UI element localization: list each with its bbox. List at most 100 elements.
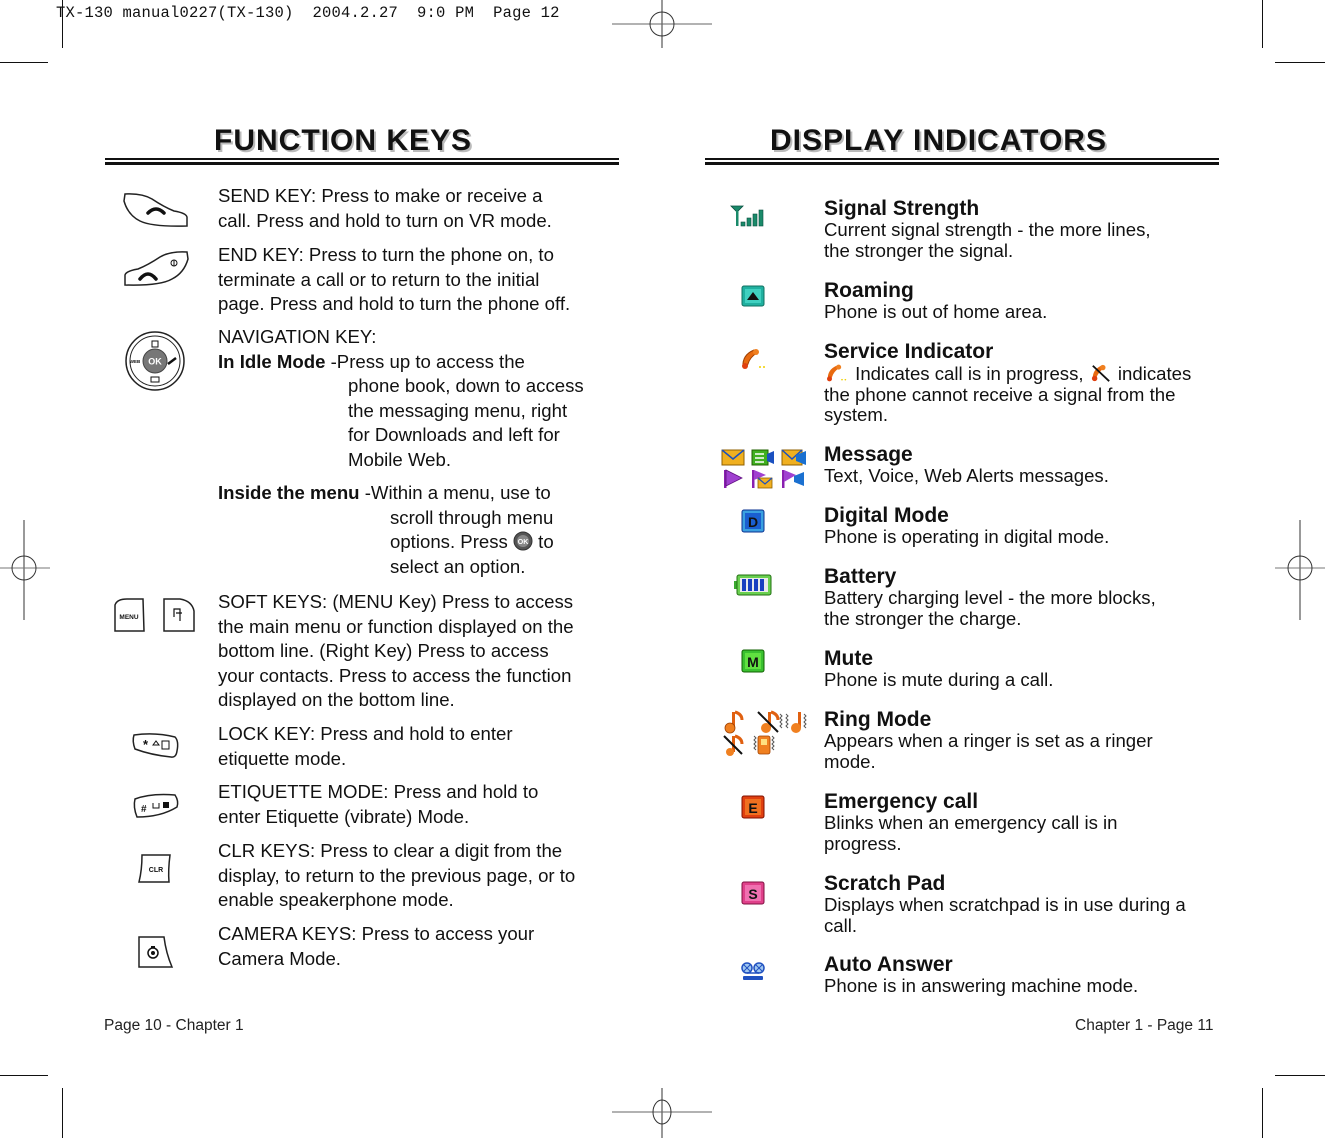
title-rule [705, 158, 1219, 165]
text-line-part: to [538, 531, 554, 552]
etiquette-key-icon: # [133, 793, 179, 818]
indicator-description: the stronger the signal. [824, 239, 1014, 261]
ring-mode-icons [723, 710, 807, 756]
indicator-service: Service Indicator Indicates call is in p… [824, 341, 1224, 426]
indicator-description: progress. [824, 832, 902, 854]
text-line: CAMERA KEYS: Press to access your [218, 923, 535, 944]
text-line: phone book, down to access [348, 375, 584, 396]
vibrate-icon [753, 735, 775, 755]
indicator-title: Ring Mode [824, 708, 932, 731]
text-line: displayed on the bottom line. [218, 689, 455, 710]
clr-keys-description: CLR KEYS: Press to clear a digit from th… [218, 839, 618, 913]
indicator-mute: Mute Phone is mute during a call. [824, 648, 1224, 691]
text-line: SOFT KEYS: (MENU Key) Press to access [218, 591, 574, 612]
scratch-glyph: S [748, 886, 757, 902]
right-page-footer: Chapter 1 - Page 11 [1075, 1017, 1214, 1034]
end-key-description: END KEY: Press to turn the phone on, to … [218, 243, 618, 317]
ok-label: OK [148, 357, 162, 367]
text-line: ETIQUETTE MODE: Press and hold to [218, 781, 539, 802]
menu-key-label: MENU [119, 614, 138, 621]
digital-mode-icon: D [741, 509, 765, 533]
roaming-icon [741, 285, 765, 307]
text-line: the main menu or function displayed on t… [218, 615, 574, 637]
auto-answer-icon [741, 962, 765, 980]
indicator-description: Phone is in answering machine mode. [824, 975, 1139, 996]
inside-menu-label: Inside the menu [218, 482, 360, 503]
crop-mark [0, 1075, 48, 1076]
crop-mark [1262, 1088, 1263, 1138]
left-page-footer: Page 10 - Chapter 1 [104, 1017, 244, 1034]
lock-key-description: LOCK KEY: Press and hold to enter etique… [218, 722, 618, 771]
indicator-description: Phone is out of home area. [824, 301, 1048, 322]
camera-key-icon [138, 936, 174, 968]
inside-menu-line: Inside the menu -Within a menu, use to [218, 481, 618, 506]
send-key-description: SEND KEY: Press to make or receive a cal… [218, 184, 618, 233]
text-line: etiquette mode. [218, 747, 347, 769]
ok-glyph: OK [518, 539, 529, 546]
indicator-scratch-pad: Scratch Pad Displays when scratchpad is … [824, 873, 1224, 936]
soft-keys-description: SOFT KEYS: (MENU Key) Press to access th… [218, 590, 618, 713]
print-slug: TX-130 manual0227(TX-130) 2004.2.27 9:0 … [56, 4, 560, 22]
navigation-heading: NAVIGATION KEY: [218, 326, 377, 347]
text-line: for Downloads and left for [348, 424, 560, 445]
text-line: -Within a menu, use to [364, 482, 551, 503]
mute-glyph: M [747, 654, 759, 670]
text-line: terminate a call or to return to the ini… [218, 268, 540, 290]
call-in-progress-icon [827, 364, 847, 382]
indicator-digital-mode: Digital Mode Phone is operating in digit… [824, 505, 1224, 548]
lock-key-icon: * [132, 733, 179, 758]
indicator-auto-answer: Auto Answer Phone is in answering machin… [824, 954, 1224, 997]
registration-mark-bottom [612, 1088, 712, 1138]
indicator-title: Auto Answer [824, 953, 953, 976]
indicator-description: Displays when scratchpad is in use durin… [824, 894, 1186, 915]
indicator-description: system. [824, 404, 889, 425]
web-label: WEB [130, 359, 141, 364]
crop-mark [1275, 62, 1325, 63]
crop-mark [62, 0, 63, 48]
urgent-voice-message-icon [782, 470, 804, 488]
service-indicator-icon [742, 349, 765, 369]
indicator-title: Digital Mode [824, 504, 949, 527]
text-line: bottom line. (Right Key) Press to access [218, 640, 549, 661]
etiquette-key-description: ETIQUETTE MODE: Press and hold to enter … [218, 780, 618, 829]
registration-mark-right [1275, 520, 1325, 620]
navigation-key-description: NAVIGATION KEY: In Idle Mode -Press up t… [218, 325, 618, 579]
text-line: END KEY: Press to turn the phone on, to [218, 244, 554, 265]
crop-mark [62, 1088, 63, 1138]
ok-button-icon: OK [513, 531, 533, 551]
text-line: the messaging menu, right [348, 399, 568, 421]
battery-icon [734, 574, 772, 596]
text-line: select an option. [390, 555, 526, 577]
title-rule [105, 158, 619, 165]
function-keys-title: FUNCTION KEYS [214, 124, 473, 157]
display-indicators-title: DISPLAY INDICATORS [770, 124, 1107, 157]
message-icons [721, 449, 806, 489]
indicator-emergency-call: Emergency call Blinks when an emergency … [824, 791, 1224, 854]
digital-glyph: D [748, 514, 758, 530]
indicator-message: Message Text, Voice, Web Alerts messages… [824, 444, 1224, 487]
text-line: CLR KEYS: Press to clear a digit from th… [218, 840, 563, 861]
scratch-pad-icon: S [741, 881, 765, 905]
indicator-description: Blinks when an emergency call is in [824, 812, 1118, 833]
mute-icon: M [741, 649, 765, 673]
indicator-description: the stronger the charge. [824, 607, 1022, 629]
indicator-description: Battery charging level - the more blocks… [824, 587, 1156, 608]
text-line: page. Press and hold to turn the phone o… [218, 293, 571, 314]
text-line: options. Press OK to [218, 530, 618, 555]
indicator-description: Text, Voice, Web Alerts messages. [824, 465, 1109, 486]
text-line-part: options. Press [390, 531, 508, 552]
crop-mark [1275, 1075, 1325, 1076]
indicator-description: Indicates call is in progress, indicates [824, 363, 1224, 385]
ringer-on-icon [724, 710, 744, 734]
no-service-icon [1091, 364, 1110, 382]
text-part: indicates [1117, 363, 1192, 384]
indicator-title: Message [824, 443, 913, 466]
clr-key-icon: CLR [138, 854, 171, 883]
indicator-title: Emergency call [824, 790, 979, 813]
ringer-off-icon [757, 710, 783, 733]
idle-mode-label: In Idle Mode [218, 350, 326, 372]
indicator-description: Phone is operating in digital mode. [824, 526, 1110, 547]
indicator-title: Service Indicator [824, 340, 994, 363]
indicator-title: Mute [824, 647, 873, 670]
registration-mark-left [0, 520, 50, 620]
